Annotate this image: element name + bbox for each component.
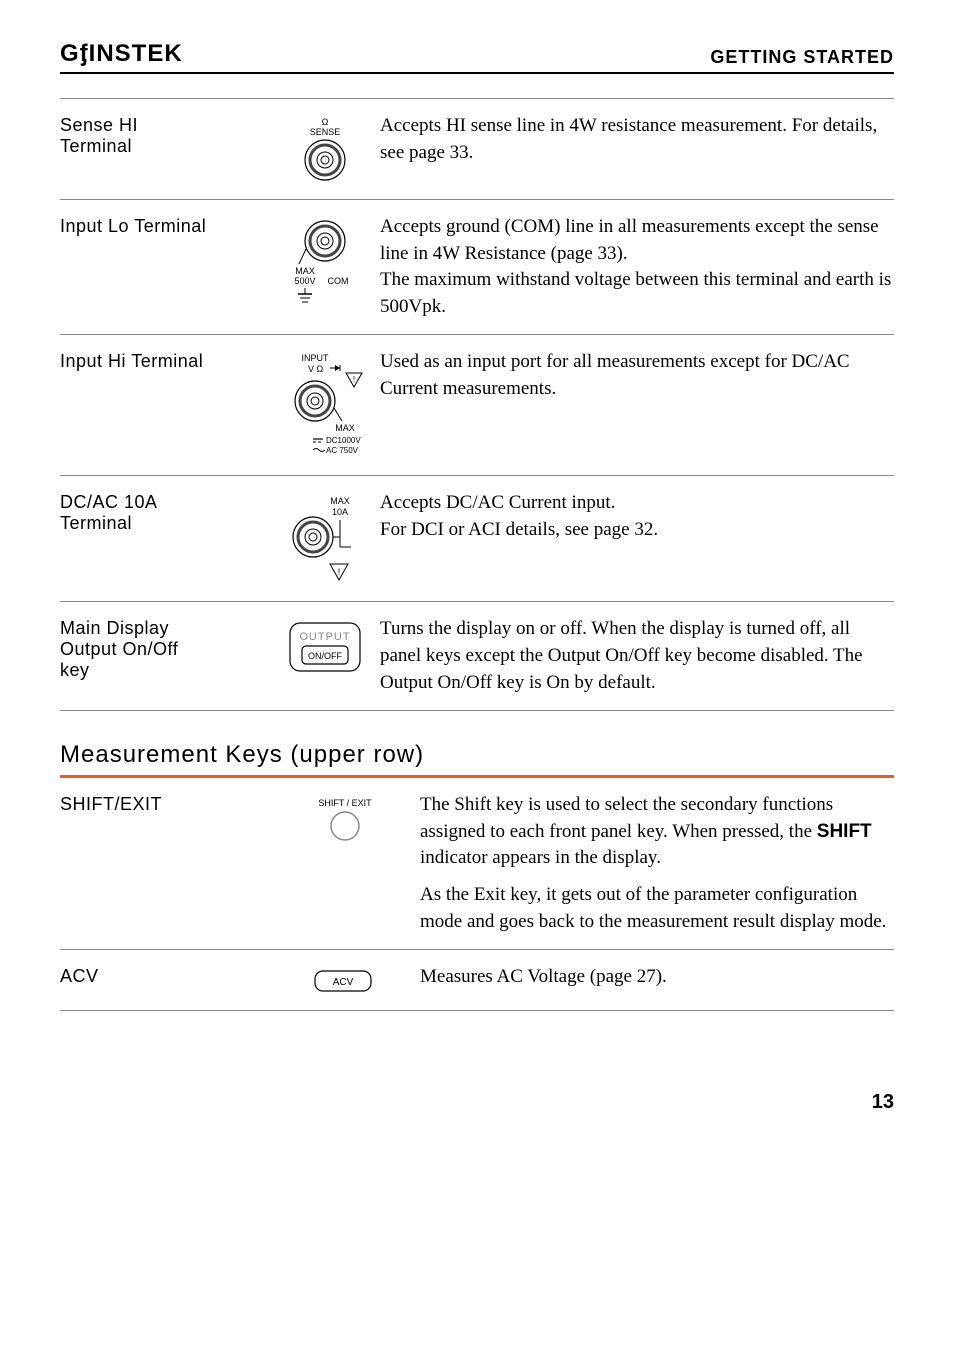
svg-text:!: !: [338, 567, 341, 577]
dcac-10a-icon: MAX 10A !: [270, 490, 380, 587]
row-input-hi: Input Hi Terminal INPUT V Ω ! MAX: [60, 335, 894, 476]
svg-text:ACV: ACV: [333, 977, 354, 988]
svg-text:MAX: MAX: [335, 423, 355, 433]
row-label: Input Lo Terminal: [60, 214, 270, 237]
svg-text:DC1000V: DC1000V: [326, 436, 361, 445]
svg-text:SENSE: SENSE: [310, 127, 341, 137]
svg-text:Ω: Ω: [322, 117, 329, 127]
row-input-lo: Input Lo Terminal MAX 500V COM Ac: [60, 200, 894, 335]
page-number: 13: [60, 1091, 894, 1114]
row-desc: Accepts HI sense line in 4W resistance m…: [380, 113, 894, 166]
row-acv: ACV ACV Measures AC Voltage (page 27).: [60, 950, 894, 1011]
svg-text:COM: COM: [328, 276, 349, 286]
svg-text:ON/OFF: ON/OFF: [308, 651, 342, 661]
input-lo-icon: MAX 500V COM: [270, 214, 380, 311]
svg-text:SHIFT / EXIT: SHIFT / EXIT: [318, 798, 372, 808]
row-label: Main Display Output On/Off key: [60, 616, 270, 681]
row-desc: Accepts ground (COM) line in all measure…: [380, 214, 894, 320]
acv-button-icon: ACV: [270, 964, 420, 996]
row-label: SHIFT/EXIT: [60, 792, 270, 815]
row-desc: Measures AC Voltage (page 27).: [420, 964, 894, 991]
shift-exit-icon: SHIFT / EXIT: [270, 792, 420, 844]
output-onoff-icon: OUTPUT ON/OFF: [270, 616, 380, 678]
svg-text:MAX: MAX: [330, 496, 350, 506]
row-shift-exit: SHIFT/EXIT SHIFT / EXIT The Shift key is…: [60, 778, 894, 950]
svg-text:10A: 10A: [332, 507, 348, 517]
svg-text:!: !: [353, 375, 355, 384]
row-dcac-10a: DC/AC 10A Terminal MAX 10A ! Accepts DC/…: [60, 476, 894, 602]
svg-text:OUTPUT: OUTPUT: [299, 631, 350, 643]
page-header: GᶂINSTEK GETTING STARTED: [60, 40, 894, 74]
row-label: DC/AC 10A Terminal: [60, 490, 270, 534]
row-desc: Turns the display on or off. When the di…: [380, 616, 894, 696]
row-desc: Used as an input port for all measuremen…: [380, 349, 894, 402]
svg-text:AC 750V: AC 750V: [326, 446, 359, 455]
section-title-measurement-keys: Measurement Keys (upper row): [60, 741, 894, 778]
row-label: Input Hi Terminal: [60, 349, 270, 372]
svg-text:V Ω: V Ω: [308, 364, 324, 374]
input-hi-icon: INPUT V Ω ! MAX DC1000V: [270, 349, 380, 461]
row-label: ACV: [60, 964, 270, 987]
svg-text:INPUT: INPUT: [302, 353, 330, 363]
row-label: Sense HI Terminal: [60, 113, 270, 157]
row-desc: The Shift key is used to select the seco…: [420, 792, 894, 935]
svg-text:500V: 500V: [294, 276, 315, 286]
row-output-onoff: Main Display Output On/Off key OUTPUT ON…: [60, 602, 894, 711]
brand-logo: GᶂINSTEK: [60, 40, 183, 68]
row-desc: Accepts DC/AC Current input. For DCI or …: [380, 490, 894, 543]
svg-text:MAX: MAX: [295, 266, 315, 276]
sense-hi-icon: Ω SENSE: [270, 113, 380, 185]
page-header-title: GETTING STARTED: [710, 47, 894, 68]
row-sense-hi: Sense HI Terminal Ω SENSE Accepts HI sen…: [60, 98, 894, 200]
